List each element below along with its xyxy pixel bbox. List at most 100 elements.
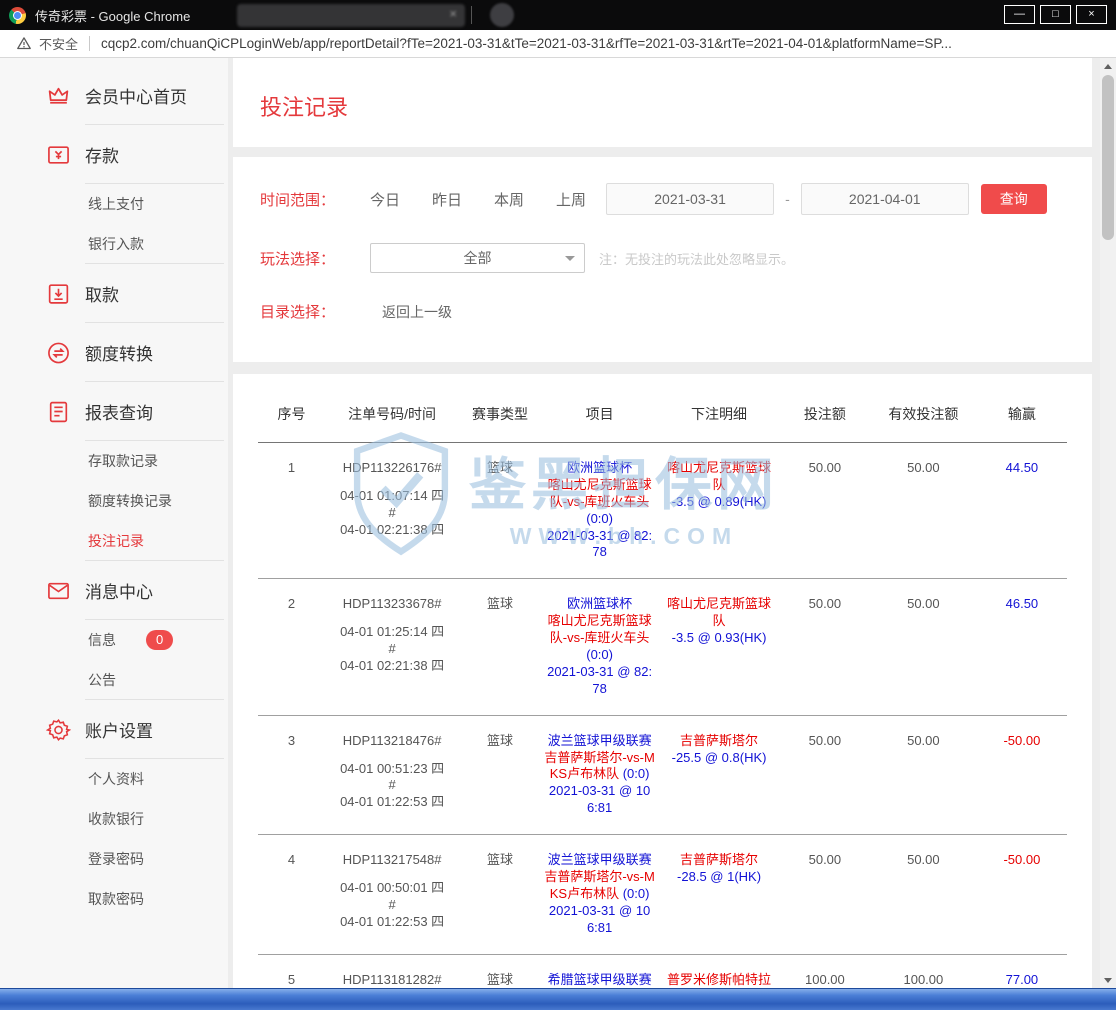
sidebar-item-label: 取款密码: [88, 889, 144, 909]
sidebar-item-account-settings[interactable]: 账户设置: [0, 700, 228, 759]
sidebar-item-profile[interactable]: 个人资料: [0, 759, 228, 799]
date-from-input[interactable]: [606, 183, 774, 215]
column-header: 序号: [258, 388, 325, 443]
cell-bet-amount: 50.00: [780, 579, 870, 715]
sidebar-item-withdraw-password[interactable]: 取款密码: [0, 879, 228, 919]
sidebar-item-withdraw[interactable]: 取款: [0, 264, 228, 323]
sidebar-item-announcements[interactable]: 公告: [0, 660, 228, 700]
cell-order-number-time: HDP113233678#04-01 01:25:14 四#04-01 02:2…: [325, 579, 459, 715]
vertical-scrollbar[interactable]: [1100, 58, 1116, 988]
table-row: 2HDP113233678#04-01 01:25:14 四#04-01 02:…: [258, 579, 1067, 715]
play-type-select[interactable]: 全部: [370, 243, 585, 273]
message-icon: [46, 578, 71, 603]
cell-bet-amount: 50.00: [780, 443, 870, 579]
cell-valid-amount: 50.00: [870, 579, 977, 715]
cell-event: 希腊篮球甲级联赛普罗米修斯帕特拉斯队-vs-阿里斯: [541, 954, 658, 988]
sidebar-item-quota-transfer[interactable]: 额度转换: [0, 323, 228, 382]
sidebar-item-bank-deposit[interactable]: 银行入款: [0, 224, 228, 264]
cell-bet-amount: 50.00: [780, 835, 870, 954]
sidebar-item-label: 收款银行: [88, 809, 144, 829]
sidebar-item-login-password[interactable]: 登录密码: [0, 839, 228, 879]
sidebar-item-label: 额度转换: [85, 340, 153, 365]
sidebar-item-messages[interactable]: 信息0: [0, 620, 228, 660]
chrome-logo-icon: [9, 7, 26, 24]
back-up-level-link[interactable]: 返回上一级: [382, 302, 452, 322]
sidebar-item-label: 个人资料: [88, 769, 144, 789]
sidebar-item-label: 线上支付: [88, 194, 144, 214]
sidebar-item-label: 会员中心首页: [85, 83, 187, 108]
cell-valid-amount: 50.00: [870, 715, 977, 834]
sidebar-item-member-home[interactable]: 会员中心首页: [0, 66, 228, 125]
title-bar: 传奇彩票 - Google Chrome — □ ×: [0, 0, 1116, 30]
not-secure-warning-icon: [16, 36, 32, 51]
scroll-up-arrow-icon[interactable]: [1100, 58, 1116, 74]
cell-win-loss: -50.00: [977, 715, 1067, 834]
sidebar-item-label: 存取款记录: [88, 451, 158, 471]
sidebar-item-message-center[interactable]: 消息中心: [0, 561, 228, 620]
sidebar-item-report-query[interactable]: 报表查询: [0, 382, 228, 441]
cell-bet-detail: 喀山尤尼克斯篮球队-3.5 @ 0.89(HK): [658, 443, 780, 579]
cell-sport-type: 篮球: [459, 579, 541, 715]
sidebar-item-label: 报表查询: [85, 399, 153, 424]
close-button[interactable]: ×: [1076, 5, 1107, 24]
cell-win-loss: 44.50: [977, 443, 1067, 579]
report-icon: [46, 399, 71, 424]
quick-range-last-week[interactable]: 上周: [556, 189, 586, 210]
time-range-row: 时间范围： 今日昨日本周上周 - 查询: [260, 183, 1092, 215]
sidebar-item-quota-transfer-records[interactable]: 额度转换记录: [0, 481, 228, 521]
table-row: 3HDP113218476#04-01 00:51:23 四#04-01 01:…: [258, 715, 1067, 834]
cell-bet-detail: 喀山尤尼克斯篮球队-3.5 @ 0.93(HK): [658, 579, 780, 715]
window-title: 传奇彩票 - Google Chrome: [35, 6, 190, 25]
cell-bet-detail: 吉普萨斯塔尔-25.5 @ 0.8(HK): [658, 715, 780, 834]
column-header: 项目: [541, 388, 658, 443]
directory-label: 目录选择：: [260, 301, 360, 322]
redacted-tab: [237, 4, 465, 27]
sidebar-item-deposit[interactable]: 存款: [0, 125, 228, 184]
cell-win-loss: -50.00: [977, 835, 1067, 954]
cell-sport-type: 篮球: [459, 835, 541, 954]
main-content: 投注记录 时间范围： 今日昨日本周上周 - 查询 玩法选择： 全部 注：无投注的…: [233, 58, 1092, 988]
column-header: 下注明细: [658, 388, 780, 443]
security-label: 不安全: [39, 34, 78, 53]
cell-sport-type: 篮球: [459, 715, 541, 834]
scroll-down-arrow-icon[interactable]: [1100, 972, 1116, 988]
sidebar-item-label: 公告: [88, 670, 116, 690]
crown-icon: [46, 83, 71, 108]
unread-count-badge: 0: [146, 630, 173, 650]
url-text[interactable]: cqcp2.com/chuanQiCPLoginWeb/app/reportDe…: [101, 36, 952, 51]
scrollbar-thumb[interactable]: [1102, 75, 1114, 240]
cell-event: 欧洲篮球杯喀山尤尼克斯篮球队-vs-库班火车头 (0:0)2021-03-31 …: [541, 579, 658, 715]
cell-bet-detail: 吉普萨斯塔尔-28.5 @ 1(HK): [658, 835, 780, 954]
cell-index: 4: [258, 835, 325, 954]
date-to-input[interactable]: [801, 183, 969, 215]
sidebar-item-deposit-withdraw-records[interactable]: 存取款记录: [0, 441, 228, 481]
minimize-button[interactable]: —: [1004, 5, 1035, 24]
table-header-row: 序号注单号码/时间赛事类型项目下注明细投注额有效投注额输赢: [258, 388, 1067, 443]
settings-icon: [46, 717, 71, 742]
play-type-note: 注：无投注的玩法此处忽略显示。: [599, 249, 794, 268]
table-row: 4HDP113217548#04-01 00:50:01 四#04-01 01:…: [258, 835, 1067, 954]
table-row: 5HDP113181282#03-31 23:34:41 四篮球希腊篮球甲级联赛…: [258, 954, 1067, 988]
cell-valid-amount: 50.00: [870, 443, 977, 579]
bet-records-card: 序号注单号码/时间赛事类型项目下注明细投注额有效投注额输赢1HDP1132261…: [233, 374, 1092, 988]
quick-range-yesterday[interactable]: 昨日: [432, 189, 462, 210]
play-type-row: 玩法选择： 全部 注：无投注的玩法此处忽略显示。: [260, 243, 1092, 273]
cell-order-number-time: HDP113226176#04-01 01:07:14 四#04-01 02:2…: [325, 443, 459, 579]
column-header: 有效投注额: [870, 388, 977, 443]
time-range-label: 时间范围：: [260, 189, 360, 210]
sidebar-item-online-payment[interactable]: 线上支付: [0, 184, 228, 224]
maximize-button[interactable]: □: [1040, 5, 1071, 24]
cell-index: 3: [258, 715, 325, 834]
quick-range-this-week[interactable]: 本周: [494, 189, 524, 210]
column-header: 赛事类型: [459, 388, 541, 443]
window-controls: — □ ×: [1004, 5, 1107, 24]
sidebar-item-receiving-bank[interactable]: 收款银行: [0, 799, 228, 839]
windows-taskbar[interactable]: [0, 988, 1116, 1010]
sidebar-item-bet-records[interactable]: 投注记录: [0, 521, 228, 561]
address-bar[interactable]: 不安全 cqcp2.com/chuanQiCPLoginWeb/app/repo…: [0, 30, 1116, 58]
sidebar-item-label: 取款: [85, 281, 119, 306]
quick-range-today[interactable]: 今日: [370, 189, 400, 210]
cell-bet-amount: 100.00: [780, 954, 870, 988]
sidebar-item-label: 银行入款: [88, 234, 144, 254]
search-button[interactable]: 查询: [981, 184, 1047, 214]
